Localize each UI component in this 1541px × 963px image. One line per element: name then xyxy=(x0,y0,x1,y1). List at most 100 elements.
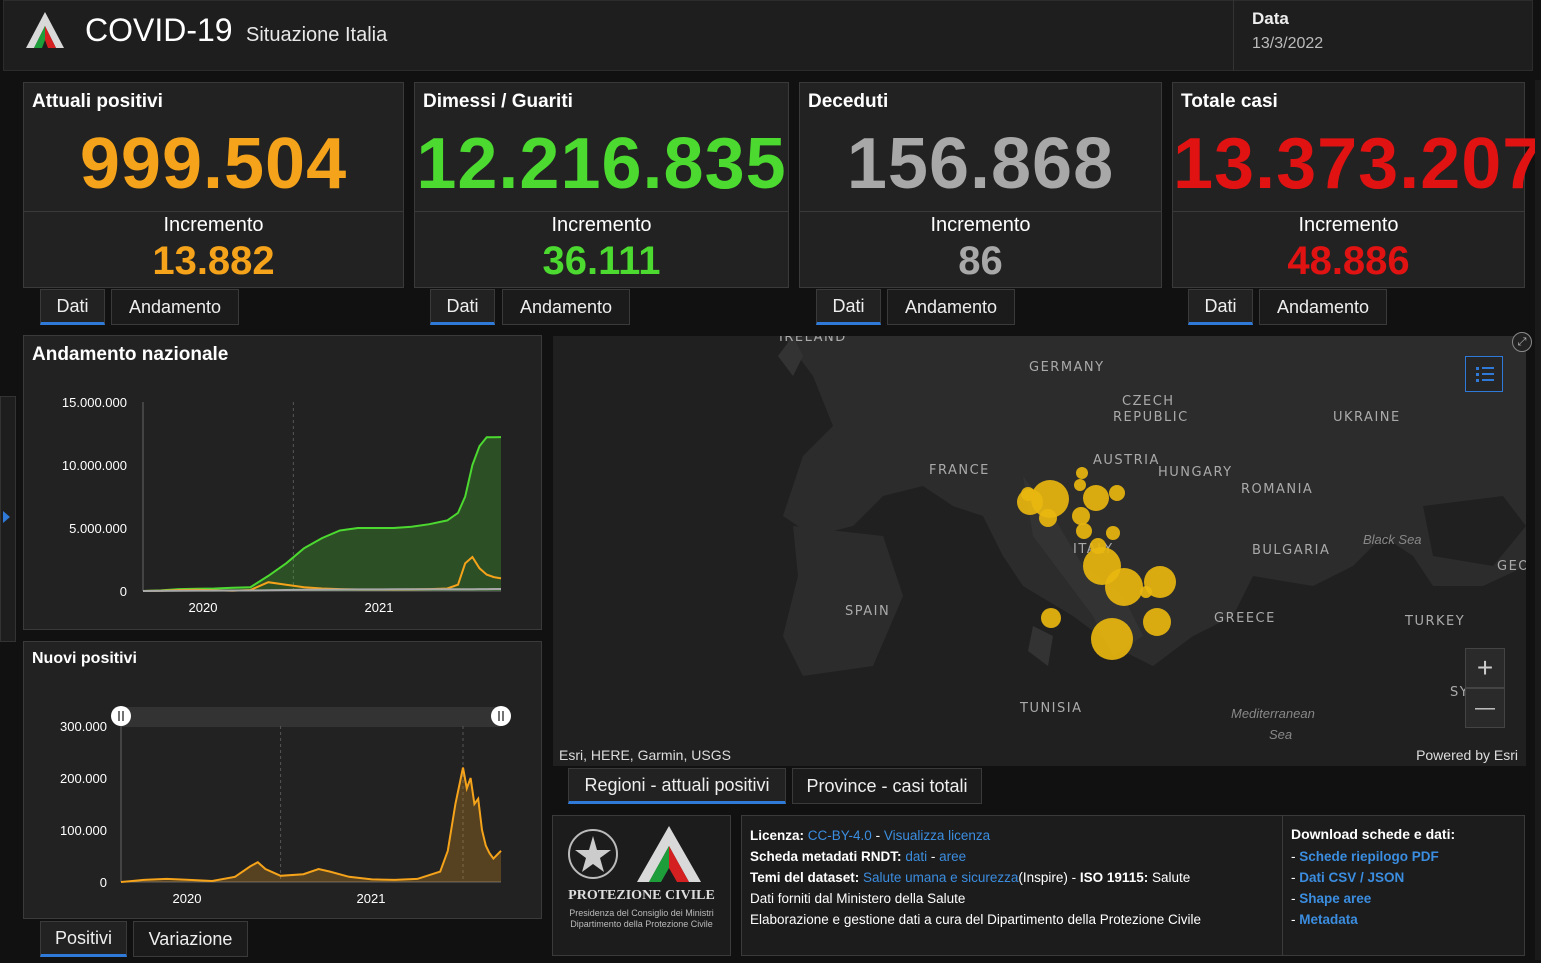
card-value: 999.504 xyxy=(79,124,348,204)
y-tick-label: 5.000.000 xyxy=(69,521,127,536)
region-bubble[interactable] xyxy=(1039,509,1057,527)
app-subtitle: Situazione Italia xyxy=(246,24,388,46)
range-slider-track[interactable] xyxy=(121,707,501,727)
zoom-out-button[interactable]: — xyxy=(1465,688,1505,728)
fullscreen-icon[interactable]: ⤢ xyxy=(1512,332,1532,352)
download-label: Schede riepilogo PDF xyxy=(1299,849,1439,864)
card-attuali-positivi: Attuali positivi 999.504 Incremento 13.8… xyxy=(23,82,404,288)
download-metadata-link[interactable]: - Metadata xyxy=(1291,912,1358,927)
elaborazione: Elaborazione e gestione dati a cura del … xyxy=(750,912,1202,927)
y-tick-label: 10.000.000 xyxy=(62,458,127,473)
region-bubble[interactable] xyxy=(1109,485,1125,501)
emblem-italy-icon xyxy=(568,829,618,879)
card-value: 12.216.835 xyxy=(416,124,787,204)
national-chart: 15.000.000 10.000.000 5.000.000 0 2020 2… xyxy=(62,395,502,615)
map-view[interactable]: GERMANY CZECH REPUBLIC UKRAINE FRANCE AU… xyxy=(553,336,1526,766)
new-positives-chart: 300.000 200.000 100.000 0 2020 2021 xyxy=(60,706,511,906)
download-label: Shape aree xyxy=(1299,891,1372,906)
side-panel-handle[interactable] xyxy=(0,396,16,642)
card-divider xyxy=(415,211,788,212)
tab-andamento-attuali[interactable]: Andamento xyxy=(111,289,239,325)
card-increment-label: Incremento xyxy=(551,214,652,236)
region-bubble[interactable] xyxy=(1021,487,1035,501)
card-value: 156.868 xyxy=(846,124,1115,204)
tab-variazione[interactable]: Variazione xyxy=(133,921,248,957)
download-label: Metadata xyxy=(1299,912,1358,927)
region-bubble[interactable] xyxy=(1076,467,1088,479)
region-bubble[interactable] xyxy=(1041,608,1061,628)
card-increment-label: Incremento xyxy=(163,214,264,236)
card-increment: 36.111 xyxy=(542,239,661,283)
right-scroll-edge xyxy=(1535,80,1541,960)
zoom-in-button[interactable]: + xyxy=(1465,648,1505,688)
y-tick-label: 15.000.000 xyxy=(62,395,127,410)
scheda-label: Scheda metadati RNDT: xyxy=(750,849,902,864)
tab-positivi[interactable]: Positivi xyxy=(40,921,127,957)
visualizza-licenza-link[interactable]: Visualizza licenza xyxy=(884,828,990,843)
scheda-aree-link[interactable]: aree xyxy=(939,849,966,864)
temi-label: Temi del dataset: xyxy=(750,870,860,885)
region-bubble[interactable] xyxy=(1083,485,1109,511)
download-pdf-link[interactable]: - Schede riepilogo PDF xyxy=(1291,849,1439,864)
protezione-civile-logo-icon xyxy=(26,12,64,48)
tab-andamento-totale[interactable]: Andamento xyxy=(1259,289,1387,325)
region-bubble[interactable] xyxy=(1140,586,1152,598)
tab-province[interactable]: Province - casi totali xyxy=(792,768,982,804)
region-bubble[interactable] xyxy=(1072,507,1090,525)
licenza-line: Licenza: CC-BY-4.0 - Visualizza licenza xyxy=(750,828,990,843)
tab-andamento-deceduti[interactable]: Andamento xyxy=(887,289,1015,325)
region-bubble[interactable] xyxy=(1074,479,1086,491)
scheda-line: Scheda metadati RNDT: dati - aree xyxy=(750,849,966,864)
footer-info-box: Licenza: CC-BY-4.0 - Visualizza licenza … xyxy=(741,815,1283,956)
card-title: Deceduti xyxy=(808,91,889,112)
x-tick-label: 2020 xyxy=(173,891,202,906)
temi-line: Temi del dataset: Salute umana e sicurez… xyxy=(750,870,1190,885)
y-tick-label: 0 xyxy=(120,584,127,599)
tab-regioni[interactable]: Regioni - attuali positivi xyxy=(568,768,786,804)
org-name: PROTEZIONE CIVILE xyxy=(568,888,715,903)
licenza-sep: - xyxy=(871,828,884,843)
region-bubble[interactable] xyxy=(1105,568,1143,606)
card-increment: 13.882 xyxy=(152,239,275,283)
date-value: 13/3/2022 xyxy=(1252,35,1324,52)
card-increment: 86 xyxy=(958,239,1003,283)
card-increment: 48.886 xyxy=(1287,239,1410,283)
powered-by-esri[interactable]: Powered by Esri xyxy=(1416,747,1518,763)
range-slider-left-handle[interactable] xyxy=(111,706,131,726)
y-tick-label: 300.000 xyxy=(60,719,107,734)
download-csv-link[interactable]: - Dati CSV / JSON xyxy=(1291,870,1404,885)
x-tick-label: 2021 xyxy=(357,891,386,906)
region-bubble[interactable] xyxy=(1106,526,1120,540)
card-dimessi-guariti: Dimessi / Guariti 12.216.835 Incremento … xyxy=(414,82,789,288)
map-attribution: Esri, HERE, Garmin, USGS xyxy=(559,747,731,763)
card-increment-label: Incremento xyxy=(1298,214,1399,236)
range-slider-right-handle[interactable] xyxy=(491,706,511,726)
temi-link[interactable]: Salute umana e sicurezza xyxy=(863,870,1018,885)
x-tick-label: 2021 xyxy=(365,600,394,615)
org-sub1: Presidenza del Consiglio dei Ministri xyxy=(569,908,714,918)
tab-andamento-guariti[interactable]: Andamento xyxy=(502,289,630,325)
org-sub2: Dipartimento della Protezione Civile xyxy=(570,919,713,929)
tab-dati-attuali[interactable]: Dati xyxy=(40,289,105,325)
licenza-link[interactable]: CC-BY-4.0 xyxy=(808,828,872,843)
scheda-dati-link[interactable]: dati xyxy=(905,849,927,864)
footer-logo-box: PROTEZIONE CIVILE Presidenza del Consigl… xyxy=(552,815,731,956)
tab-dati-totale[interactable]: Dati xyxy=(1188,289,1253,325)
temi-inspire: (Inspire) - xyxy=(1018,870,1080,885)
date-label: Data xyxy=(1252,9,1289,28)
card-title: Dimessi / Guariti xyxy=(423,91,573,112)
download-title: Download schede e dati: xyxy=(1291,826,1456,842)
card-title: Attuali positivi xyxy=(32,91,163,112)
tab-dati-deceduti[interactable]: Dati xyxy=(816,289,881,325)
licenza-label: Licenza: xyxy=(750,828,805,843)
region-bubble[interactable] xyxy=(1076,523,1092,539)
download-shape-link[interactable]: - Shape aree xyxy=(1291,891,1371,906)
region-bubble[interactable] xyxy=(1091,618,1133,660)
legend-list-button[interactable] xyxy=(1465,356,1503,392)
x-tick-label: 2020 xyxy=(189,600,218,615)
card-title: Totale casi xyxy=(1181,91,1278,112)
iso-value: Salute xyxy=(1148,870,1191,885)
region-bubble[interactable] xyxy=(1143,608,1171,636)
scheda-sep: - xyxy=(927,849,940,864)
tab-dati-guariti[interactable]: Dati xyxy=(430,289,495,325)
